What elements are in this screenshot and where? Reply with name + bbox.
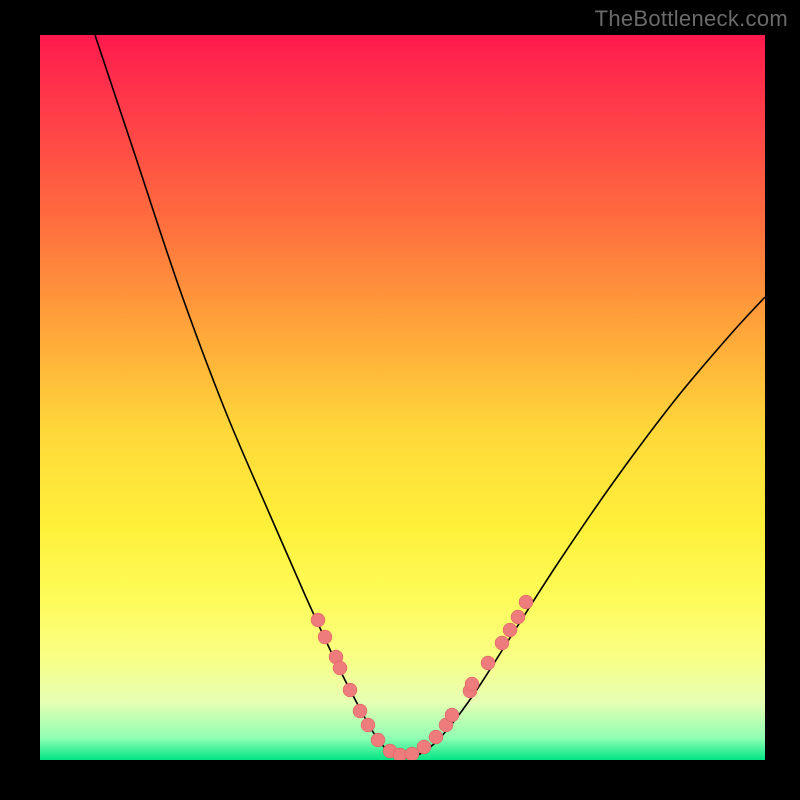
data-point bbox=[417, 740, 431, 754]
data-point bbox=[353, 704, 367, 718]
data-point bbox=[495, 636, 509, 650]
data-point bbox=[429, 730, 443, 744]
watermark-text: TheBottleneck.com bbox=[595, 6, 788, 32]
data-point bbox=[343, 683, 357, 697]
data-point bbox=[481, 656, 495, 670]
data-point bbox=[503, 623, 517, 637]
bottleneck-curve bbox=[95, 35, 765, 758]
data-point bbox=[318, 630, 332, 644]
data-point bbox=[519, 595, 533, 609]
data-point bbox=[465, 677, 479, 691]
data-point bbox=[405, 747, 419, 760]
data-point bbox=[361, 718, 375, 732]
data-point bbox=[333, 661, 347, 675]
data-point bbox=[371, 733, 385, 747]
data-point bbox=[445, 708, 459, 722]
chart-plot-area bbox=[40, 35, 765, 760]
data-point bbox=[311, 613, 325, 627]
data-point bbox=[511, 610, 525, 624]
bottleneck-curve-svg bbox=[40, 35, 765, 760]
